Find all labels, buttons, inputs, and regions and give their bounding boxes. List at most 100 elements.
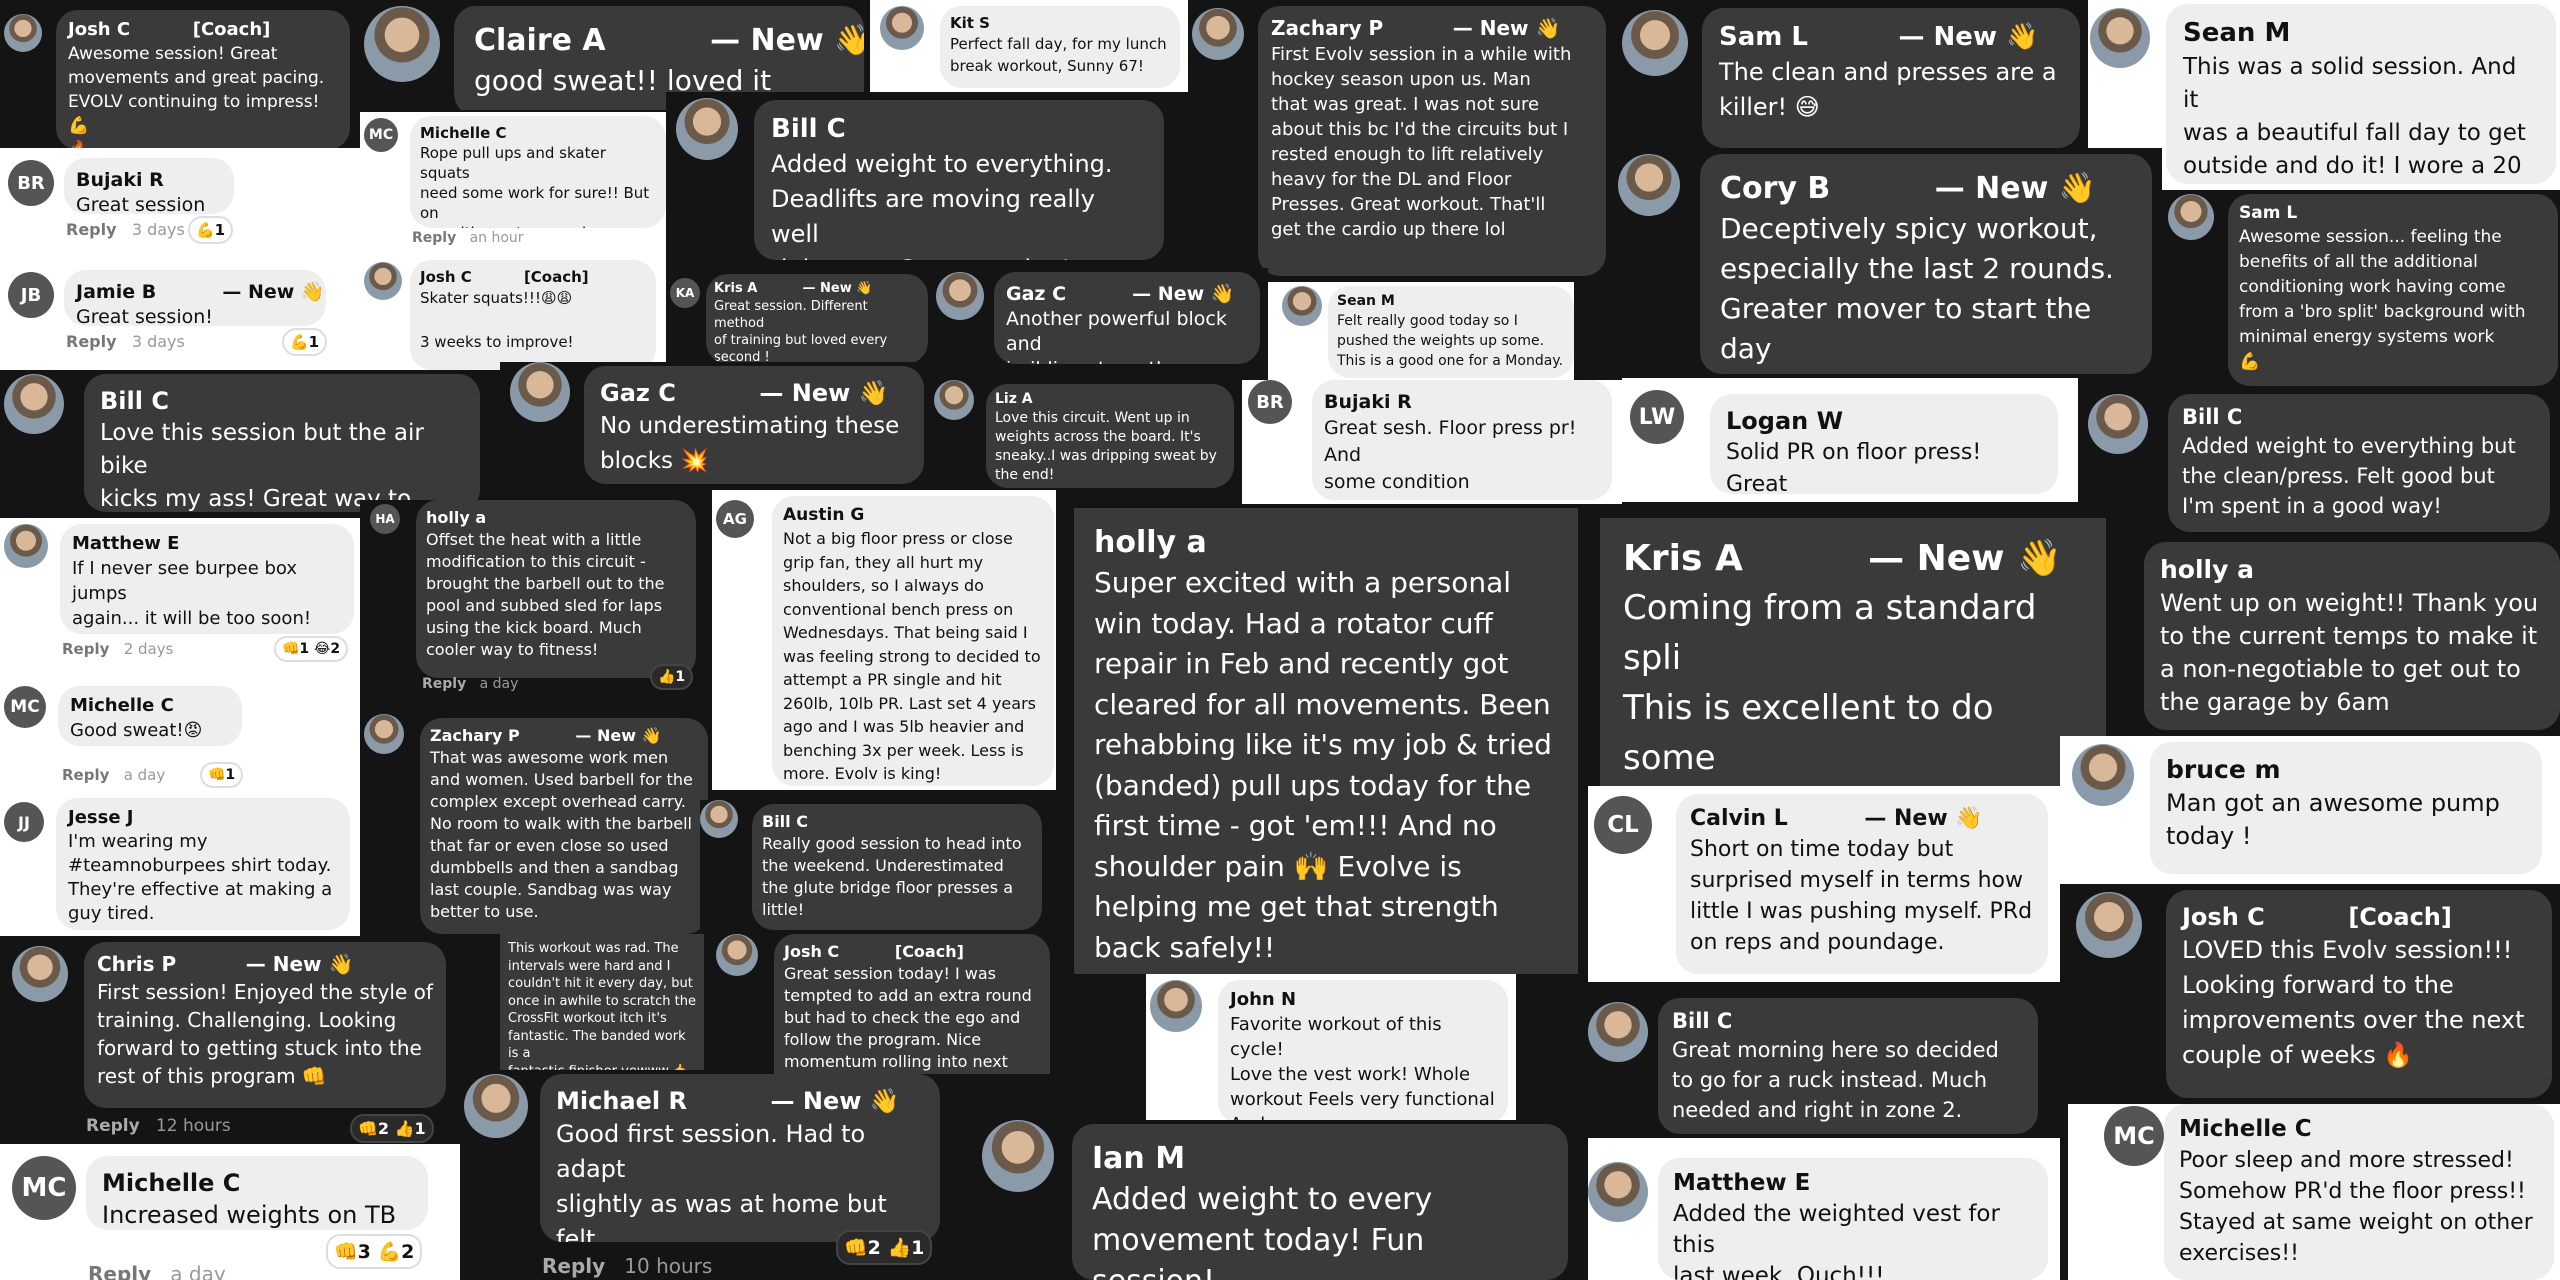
commenter-name[interactable]: Josh C [Coach]: [784, 941, 1040, 963]
commenter-name[interactable]: Logan W: [1726, 405, 2042, 437]
avatar[interactable]: MC: [4, 686, 46, 728]
commenter-name[interactable]: Kit S: [950, 13, 1170, 33]
commenter-name[interactable]: Matthew E: [1673, 1168, 2033, 1199]
reply-link[interactable]: Reply: [66, 332, 117, 351]
avatar[interactable]: MC: [2104, 1106, 2164, 1166]
reply-link[interactable]: Reply: [412, 230, 456, 246]
commenter-name[interactable]: Michael R — New 👋: [556, 1085, 924, 1117]
commenter-name[interactable]: Bujaki R: [76, 167, 222, 193]
avatar[interactable]: [1622, 10, 1688, 76]
avatar[interactable]: [2072, 744, 2134, 806]
reaction-badge[interactable]: 👊1 😂2: [274, 636, 349, 662]
avatar[interactable]: [2090, 8, 2150, 68]
avatar[interactable]: [880, 6, 924, 50]
commenter-name[interactable]: Bill C: [100, 385, 464, 417]
reaction-badge[interactable]: 💪1: [282, 328, 328, 356]
avatar[interactable]: HA: [370, 504, 400, 534]
avatar[interactable]: JB: [8, 272, 54, 318]
commenter-name[interactable]: Bill C: [762, 811, 1032, 833]
commenter-name[interactable]: Calvin L — New 👋: [1690, 804, 2034, 834]
commenter-name[interactable]: Chris P — New 👋: [97, 951, 433, 978]
avatar[interactable]: KA: [670, 278, 700, 308]
commenter-name[interactable]: holly a: [2160, 553, 2544, 587]
commenter-name[interactable]: Sean M: [2183, 16, 2539, 51]
avatar[interactable]: [364, 262, 402, 300]
avatar[interactable]: AG: [716, 500, 754, 538]
avatar[interactable]: MC: [12, 1156, 76, 1220]
avatar[interactable]: BR: [8, 160, 54, 206]
commenter-name[interactable]: Austin G: [783, 504, 1043, 527]
avatar[interactable]: JJ: [4, 802, 44, 842]
commenter-name[interactable]: holly a: [1094, 522, 1558, 563]
avatar[interactable]: [12, 946, 68, 1002]
avatar[interactable]: BR: [1248, 380, 1292, 424]
avatar[interactable]: [4, 374, 64, 434]
avatar[interactable]: [2076, 892, 2142, 958]
commenter-name[interactable]: Gaz C — New 👋: [1006, 281, 1248, 307]
commenter-name[interactable]: John N: [1230, 988, 1496, 1012]
avatar[interactable]: [510, 362, 570, 422]
commenter-name[interactable]: Jesse J: [68, 806, 338, 830]
commenter-name[interactable]: Zachary P — New 👋: [1271, 15, 1593, 42]
reaction-badge[interactable]: 👊1: [200, 762, 244, 788]
commenter-name[interactable]: Josh C [Coach]: [68, 18, 338, 42]
reaction-badge[interactable]: 👊2 👍1: [350, 1114, 434, 1143]
reaction-badge[interactable]: 👊3 💪2: [326, 1234, 423, 1269]
avatar[interactable]: [936, 272, 984, 320]
reply-link[interactable]: Reply: [62, 766, 109, 784]
commenter-name[interactable]: bruce m: [2166, 753, 2526, 787]
commenter-name[interactable]: Matthew E: [72, 532, 342, 556]
reply-link[interactable]: Reply: [542, 1254, 605, 1278]
avatar[interactable]: [2088, 394, 2148, 454]
commenter-name[interactable]: Zachary P — New 👋: [430, 725, 698, 747]
commenter-name[interactable]: Jamie B — New 👋: [76, 279, 325, 305]
commenter-name[interactable]: Josh C [Coach]: [420, 267, 646, 287]
commenter-name[interactable]: Sam L: [2239, 202, 2547, 225]
commenter-name[interactable]: Bill C: [771, 112, 1147, 147]
commenter-name[interactable]: Gaz C — New 👋: [600, 377, 908, 409]
reply-link[interactable]: Reply: [422, 676, 466, 692]
commenter-name[interactable]: Cory B — New 👋: [1720, 168, 2132, 209]
commenter-name[interactable]: Bill C: [1672, 1007, 2024, 1035]
commenter-name[interactable]: Michelle C: [102, 1167, 412, 1199]
avatar[interactable]: [464, 1074, 528, 1138]
avatar[interactable]: [700, 800, 738, 838]
avatar[interactable]: [1588, 1002, 1648, 1062]
reply-link[interactable]: Reply: [62, 640, 109, 658]
reply-link[interactable]: Reply: [88, 1262, 151, 1280]
avatar[interactable]: [676, 98, 738, 160]
reaction-badge[interactable]: 👊2 👍1: [836, 1230, 933, 1265]
avatar[interactable]: [716, 934, 758, 976]
commenter-name[interactable]: Michelle C: [2179, 1114, 2539, 1145]
commenter-name[interactable]: Sam L — New 👋: [1719, 20, 2063, 55]
avatar[interactable]: MC: [364, 118, 398, 152]
commenter-name[interactable]: Bill C: [2182, 403, 2536, 431]
avatar[interactable]: [2168, 194, 2214, 240]
commenter-name[interactable]: Michelle C: [420, 123, 656, 143]
avatar[interactable]: [4, 14, 42, 52]
reaction-badge[interactable]: 👍1: [650, 664, 694, 690]
avatar[interactable]: [364, 6, 440, 82]
avatar[interactable]: [364, 714, 404, 754]
avatar[interactable]: CL: [1594, 796, 1652, 854]
commenter-name[interactable]: Claire A — New 👋: [474, 20, 864, 61]
avatar[interactable]: [1150, 980, 1202, 1032]
commenter-name[interactable]: Liz A: [995, 390, 1225, 409]
avatar[interactable]: [982, 1120, 1054, 1192]
commenter-name[interactable]: Bujaki R: [1324, 389, 1600, 415]
commenter-name[interactable]: Kris A — New 👋: [1623, 534, 2083, 583]
reply-link[interactable]: Reply: [86, 1116, 140, 1136]
commenter-name[interactable]: Josh C [Coach]: [2182, 901, 2536, 933]
avatar[interactable]: [1192, 8, 1244, 60]
reaction-badge[interactable]: 💪1: [188, 216, 234, 244]
avatar[interactable]: [4, 524, 48, 568]
commenter-name[interactable]: Ian M: [1092, 1138, 1548, 1179]
reply-link[interactable]: Reply: [66, 220, 117, 239]
commenter-name[interactable]: Michelle C: [70, 694, 230, 718]
avatar[interactable]: [1588, 1162, 1648, 1222]
commenter-name[interactable]: holly a: [426, 507, 686, 529]
commenter-name[interactable]: Sean M: [1337, 292, 1565, 311]
avatar[interactable]: [1282, 286, 1322, 326]
avatar[interactable]: [934, 380, 974, 420]
avatar[interactable]: LW: [1630, 390, 1684, 444]
